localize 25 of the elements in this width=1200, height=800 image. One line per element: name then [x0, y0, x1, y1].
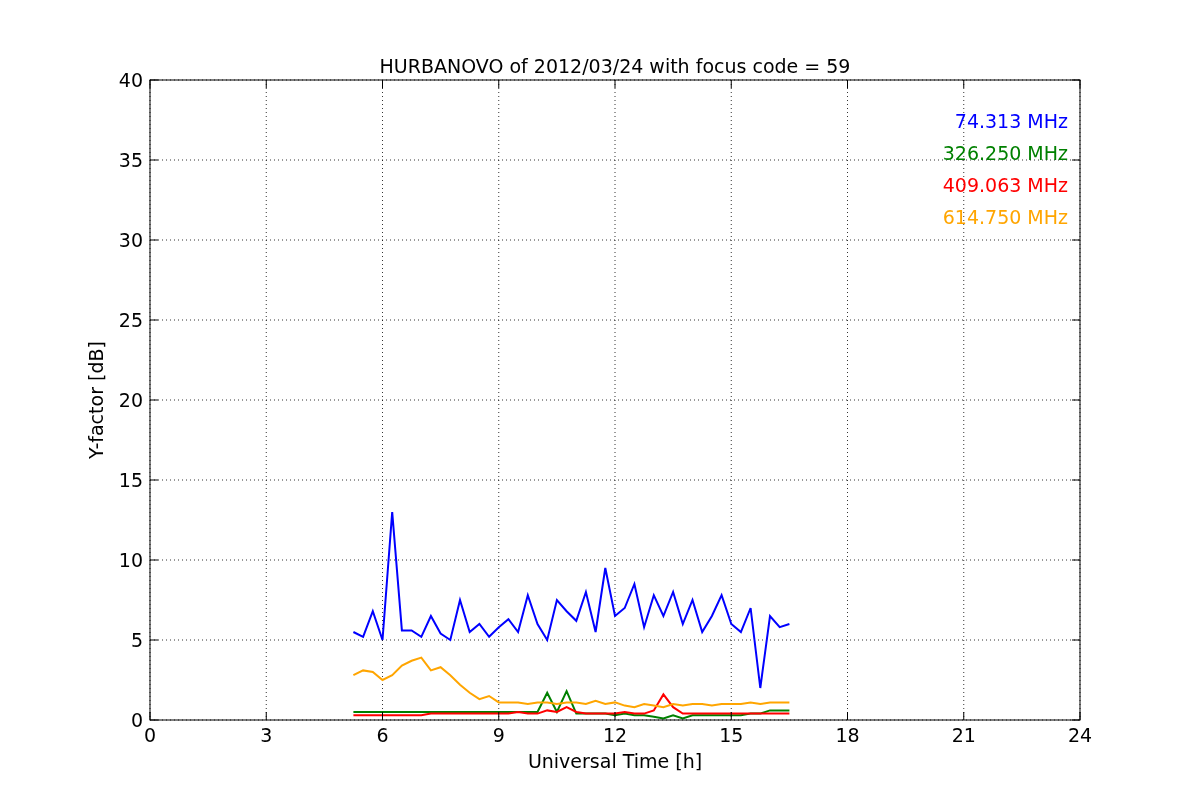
tick-label: 20: [118, 389, 143, 411]
y-axis-label: Y-factor [dB]: [85, 341, 107, 459]
chart-title: HURBANOVO of 2012/03/24 with focus code = 59: [379, 55, 851, 77]
legend-label: 326.250 MHz: [942, 142, 1068, 164]
tick-label: 30: [118, 229, 143, 251]
tick-label: 6: [376, 724, 389, 746]
legend-label: 409.063 MHz: [942, 174, 1068, 196]
legend-label: 614.750 MHz: [942, 206, 1068, 228]
tick-label: 15: [719, 724, 744, 746]
tick-label: 24: [1067, 724, 1093, 746]
tick-label: 21: [951, 724, 976, 746]
tick-label: 3: [260, 724, 273, 746]
tick-label: 10: [118, 549, 143, 571]
tick-label: 15: [118, 469, 143, 491]
tick-label: 5: [130, 629, 143, 651]
tick-label: 18: [835, 724, 860, 746]
tick-label: 9: [492, 724, 505, 746]
tick-label: 35: [118, 149, 143, 171]
tick-label: 40: [118, 69, 143, 91]
legend-label: 74.313 MHz: [954, 110, 1068, 132]
tick-label: 0: [143, 724, 157, 746]
tick-label: 12: [602, 724, 628, 746]
tick-label: 25: [118, 309, 143, 331]
x-axis-label: Universal Time [h]: [527, 750, 703, 772]
tick-label: 0: [130, 709, 143, 731]
